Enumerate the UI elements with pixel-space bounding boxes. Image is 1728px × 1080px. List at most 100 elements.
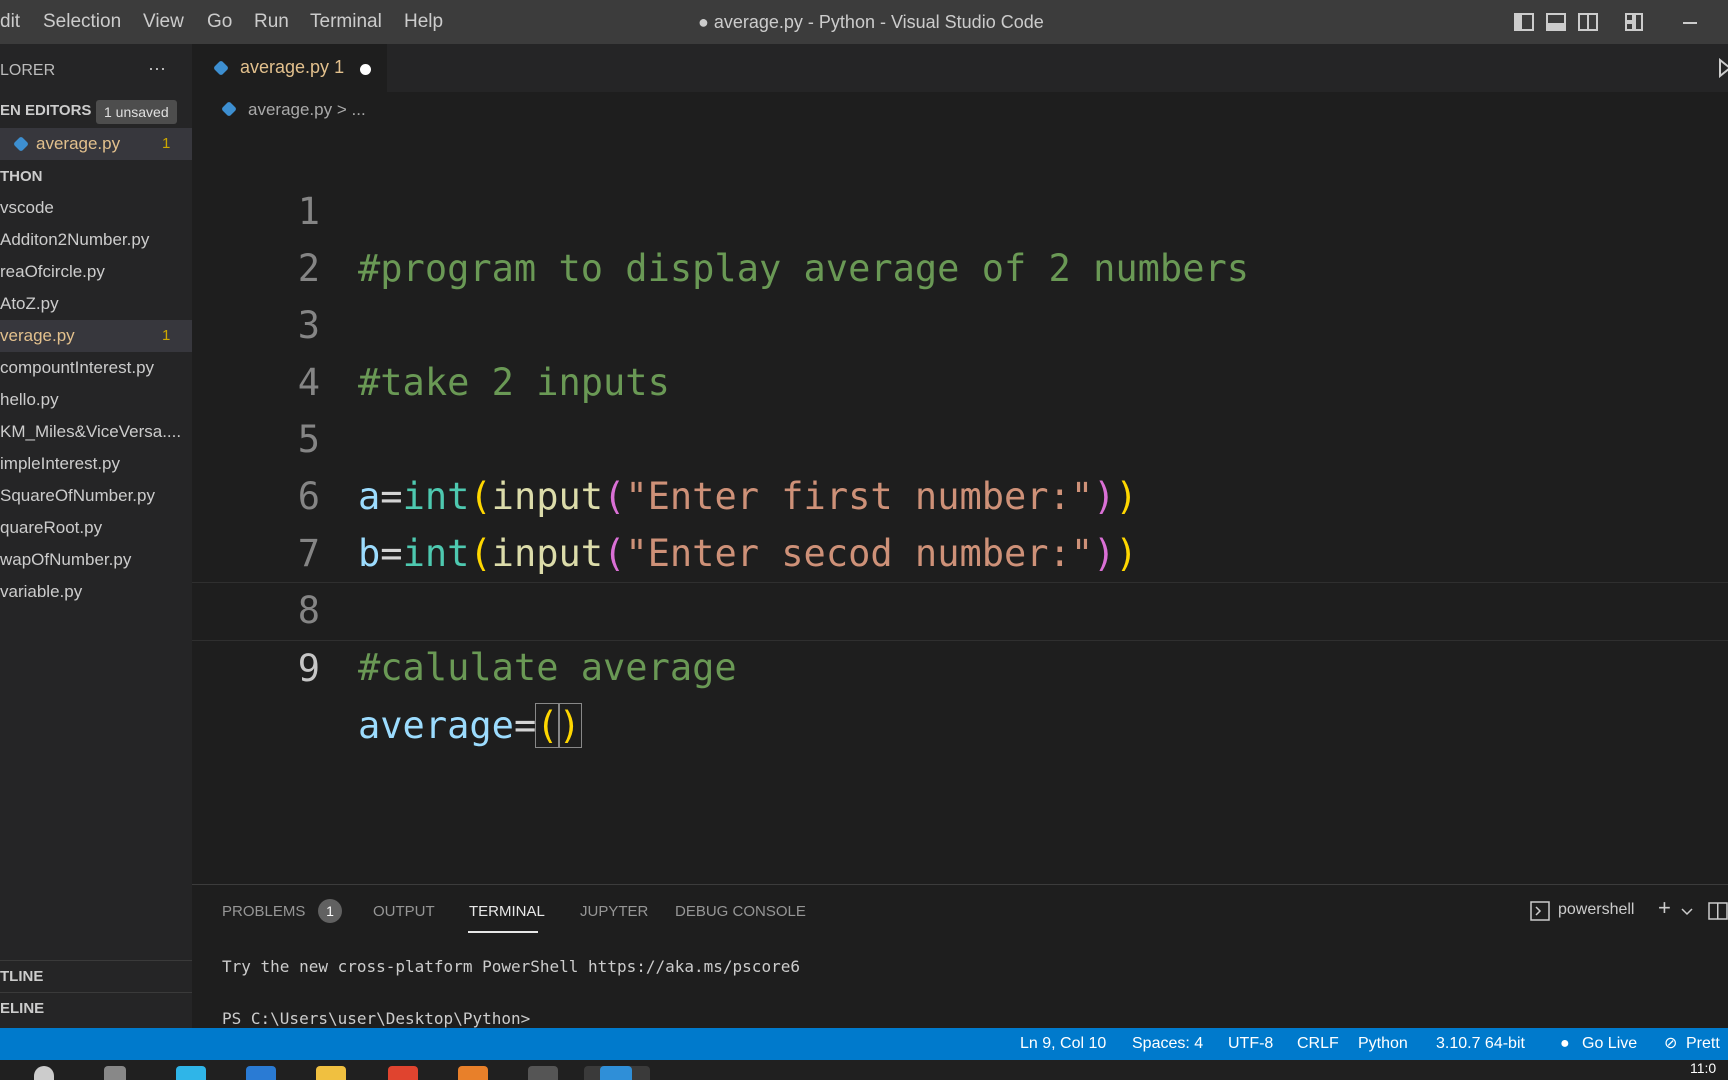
file-label: variable.py	[0, 582, 83, 601]
menu-selection[interactable]: Selection	[43, 0, 121, 44]
bottom-panel: PROBLEMS 1 OUTPUT TERMINAL JUPYTER DEBUG…	[192, 884, 1728, 1029]
file-label: SquareOfNumber.py	[0, 486, 155, 505]
breadcrumb[interactable]: average.py > ...	[221, 100, 366, 120]
unsaved-badge: 1 unsaved	[96, 100, 177, 124]
code-line: 7	[192, 468, 1728, 575]
comment: #calulate average	[358, 646, 737, 689]
app-icon[interactable]	[458, 1066, 488, 1080]
file-item[interactable]: compountInterest.py	[0, 352, 192, 384]
store-icon[interactable]	[246, 1066, 276, 1080]
broadcast-icon[interactable]: ●	[1560, 1028, 1570, 1060]
run-icon[interactable]	[1718, 57, 1728, 83]
tab-label: average.py 1	[240, 57, 345, 77]
file-label: KM_Miles&ViceVersa....	[0, 422, 182, 441]
terminal-output-line: Try the new cross-platform PowerShell ht…	[222, 957, 800, 976]
python-file-icon	[213, 60, 229, 76]
file-item[interactable]: KM_Miles&ViceVersa....	[0, 416, 192, 448]
status-go-live[interactable]: Go Live	[1582, 1028, 1637, 1060]
file-item[interactable]: variable.py	[0, 576, 192, 608]
status-bar: Ln 9, Col 10 Spaces: 4 UTF-8 CRLF Python…	[0, 1028, 1728, 1060]
file-label: AtoZ.py	[0, 294, 59, 313]
toggle-secondary-sidebar-icon[interactable]	[1578, 12, 1598, 32]
code-line: 4	[192, 297, 1728, 404]
file-item-average[interactable]: verage.py 1	[0, 320, 192, 352]
menu-view[interactable]: View	[143, 0, 184, 44]
status-indentation[interactable]: Spaces: 4	[1132, 1028, 1203, 1060]
file-explorer-icon[interactable]	[316, 1066, 346, 1080]
file-item[interactable]: SquareOfNumber.py	[0, 480, 192, 512]
tab-debug-console[interactable]: DEBUG CONSOLE	[675, 903, 806, 920]
chevron-down-icon[interactable]	[1680, 901, 1694, 926]
status-interpreter[interactable]: 3.10.7 64-bit	[1436, 1028, 1525, 1060]
tab-average-py[interactable]: average.py 1	[192, 44, 387, 92]
terminal-prompt[interactable]: PS C:\Users\user\Desktop\Python>	[222, 1009, 530, 1028]
explorer-sidebar: LORER ··· EN EDITORS 1 unsaved average.p…	[0, 44, 192, 1028]
toggle-panel-icon[interactable]	[1546, 12, 1566, 32]
code-line: 3 #take 2 inputs	[192, 240, 1728, 404]
outline-header[interactable]: TLINE	[0, 968, 43, 985]
new-terminal-icon[interactable]: +	[1658, 895, 1671, 921]
code-line: 6 b=int(input("Enter secod number:"))	[192, 411, 1728, 575]
status-encoding[interactable]: UTF-8	[1228, 1028, 1273, 1060]
breadcrumb-file[interactable]: average.py	[248, 100, 332, 119]
file-item[interactable]: quareRoot.py	[0, 512, 192, 544]
status-language[interactable]: Python	[1358, 1028, 1408, 1060]
file-item[interactable]: hello.py	[0, 384, 192, 416]
tab-jupyter[interactable]: JUPYTER	[580, 903, 648, 920]
task-view-icon[interactable]	[104, 1066, 126, 1080]
editor-tab-bar: average.py 1	[192, 44, 1728, 92]
file-label: wapOfNumber.py	[0, 550, 132, 569]
title-bar: dit Selection View Go Run Terminal Help …	[0, 0, 1728, 44]
menu-edit[interactable]: dit	[0, 0, 20, 44]
code-statement: average=()	[358, 703, 582, 748]
menu-help[interactable]: Help	[404, 0, 443, 44]
file-item[interactable]: vscode	[0, 192, 192, 224]
python-file-icon	[221, 101, 237, 117]
minimize-icon[interactable]	[1680, 12, 1700, 32]
search-icon[interactable]	[34, 1066, 54, 1080]
chrome-icon[interactable]	[388, 1066, 418, 1080]
menu-go[interactable]: Go	[207, 0, 232, 44]
file-label: compountInterest.py	[0, 358, 155, 377]
timeline-header[interactable]: ELINE	[0, 1000, 44, 1017]
divider	[0, 960, 192, 961]
breadcrumb-separator[interactable]: > ...	[337, 100, 366, 119]
tab-problems[interactable]: PROBLEMS	[222, 903, 305, 920]
terminal-icon[interactable]	[1530, 901, 1550, 926]
code-editor[interactable]: 1 #program to display average of 2 numbe…	[192, 126, 1728, 886]
prettier-icon[interactable]: ⊘	[1664, 1028, 1677, 1060]
file-item[interactable]: impleInterest.py	[0, 448, 192, 480]
file-item[interactable]: reaOfcircle.py	[0, 256, 192, 288]
more-actions-icon[interactable]: ···	[148, 58, 166, 79]
menu-run[interactable]: Run	[254, 0, 289, 44]
problem-count: 1	[162, 135, 171, 152]
unsaved-dot-icon[interactable]	[360, 64, 371, 75]
clock[interactable]: 11:0	[1690, 1060, 1716, 1076]
tab-output[interactable]: OUTPUT	[373, 903, 435, 920]
current-code-line: 9 average=()	[192, 582, 1728, 748]
split-terminal-icon[interactable]	[1708, 901, 1728, 926]
status-cursor-position[interactable]: Ln 9, Col 10	[1020, 1028, 1106, 1060]
terminal-app-icon[interactable]	[528, 1066, 558, 1080]
file-label: reaOfcircle.py	[0, 262, 105, 281]
file-label: Additon2Number.py	[0, 230, 150, 249]
open-editors-header[interactable]: EN EDITORS	[0, 102, 91, 119]
folder-header-python[interactable]: THON	[0, 168, 43, 185]
edge-icon[interactable]	[176, 1066, 206, 1080]
code-line: 8 #calulate average	[192, 525, 1728, 689]
vscode-icon[interactable]	[600, 1066, 632, 1080]
status-eol[interactable]: CRLF	[1297, 1028, 1339, 1060]
file-label: vscode	[0, 198, 54, 217]
file-label: verage.py	[0, 326, 75, 345]
tab-terminal[interactable]: TERMINAL	[469, 903, 545, 920]
file-item[interactable]: AtoZ.py	[0, 288, 192, 320]
toggle-sidebar-icon[interactable]	[1514, 12, 1534, 32]
open-editor-average[interactable]: average.py 1	[0, 128, 192, 160]
divider	[0, 992, 192, 993]
file-item[interactable]: Additon2Number.py	[0, 224, 192, 256]
file-item[interactable]: wapOfNumber.py	[0, 544, 192, 576]
terminal-shell-label[interactable]: powershell	[1558, 901, 1634, 919]
status-prettier[interactable]: Prett	[1686, 1028, 1720, 1060]
menu-terminal[interactable]: Terminal	[310, 0, 382, 44]
customize-layout-icon[interactable]	[1624, 12, 1644, 32]
